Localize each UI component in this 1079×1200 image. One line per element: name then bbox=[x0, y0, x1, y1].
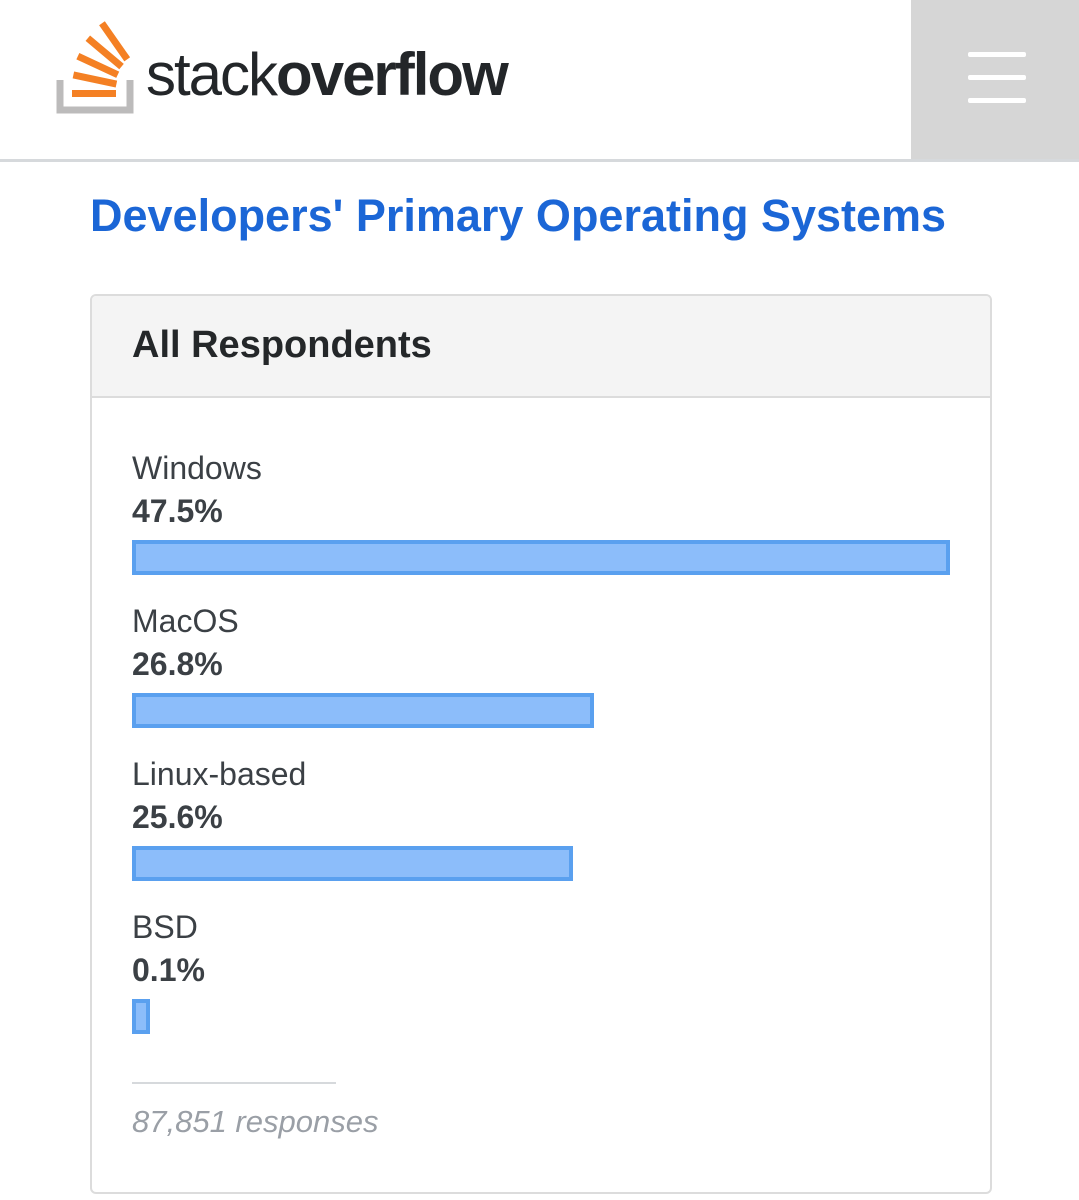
divider bbox=[132, 1082, 336, 1084]
os-name-label: MacOS bbox=[132, 603, 239, 639]
os-item: MacOS 26.8% bbox=[132, 601, 952, 741]
os-name-label: Windows bbox=[132, 450, 262, 486]
card-header-title: All Respondents bbox=[132, 324, 432, 366]
top-navigation-bar: stackoverflow bbox=[0, 0, 1079, 162]
responses-count: 87,851 responses bbox=[132, 1104, 379, 1139]
page-title: Developers' Primary Operating Systems bbox=[90, 190, 947, 241]
logo-text-overflow: overflow bbox=[276, 41, 509, 108]
os-name-label: BSD bbox=[132, 909, 198, 945]
logo-wordmark: stackoverflow bbox=[146, 40, 509, 110]
hamburger-menu-button[interactable] bbox=[911, 0, 1079, 159]
os-item: Windows 47.5% bbox=[132, 448, 952, 588]
logo-text-stack: stack bbox=[146, 41, 278, 108]
stack-overflow-logo-icon bbox=[56, 21, 134, 114]
card-header: All Respondents bbox=[92, 296, 990, 398]
results-card: All Respondents Windows 47.5% MacOS 26.8% Li… bbox=[90, 294, 992, 1194]
os-percentage-label: 25.6% bbox=[132, 799, 223, 835]
os-item: BSD 0.1% bbox=[132, 907, 952, 1047]
os-item: Linux-based 25.6% bbox=[132, 754, 952, 894]
os-percentage-bar bbox=[132, 693, 594, 728]
os-percentage-bar bbox=[132, 540, 950, 575]
os-name-label: Linux-based bbox=[132, 756, 307, 792]
os-percentage-bar bbox=[132, 846, 573, 881]
stack-overflow-logo[interactable]: stackoverflow bbox=[56, 18, 536, 118]
os-percentage-label: 26.8% bbox=[132, 646, 223, 682]
os-percentage-label: 47.5% bbox=[132, 493, 223, 529]
os-percentage-bar bbox=[132, 999, 150, 1034]
os-percentage-label: 0.1% bbox=[132, 952, 205, 988]
